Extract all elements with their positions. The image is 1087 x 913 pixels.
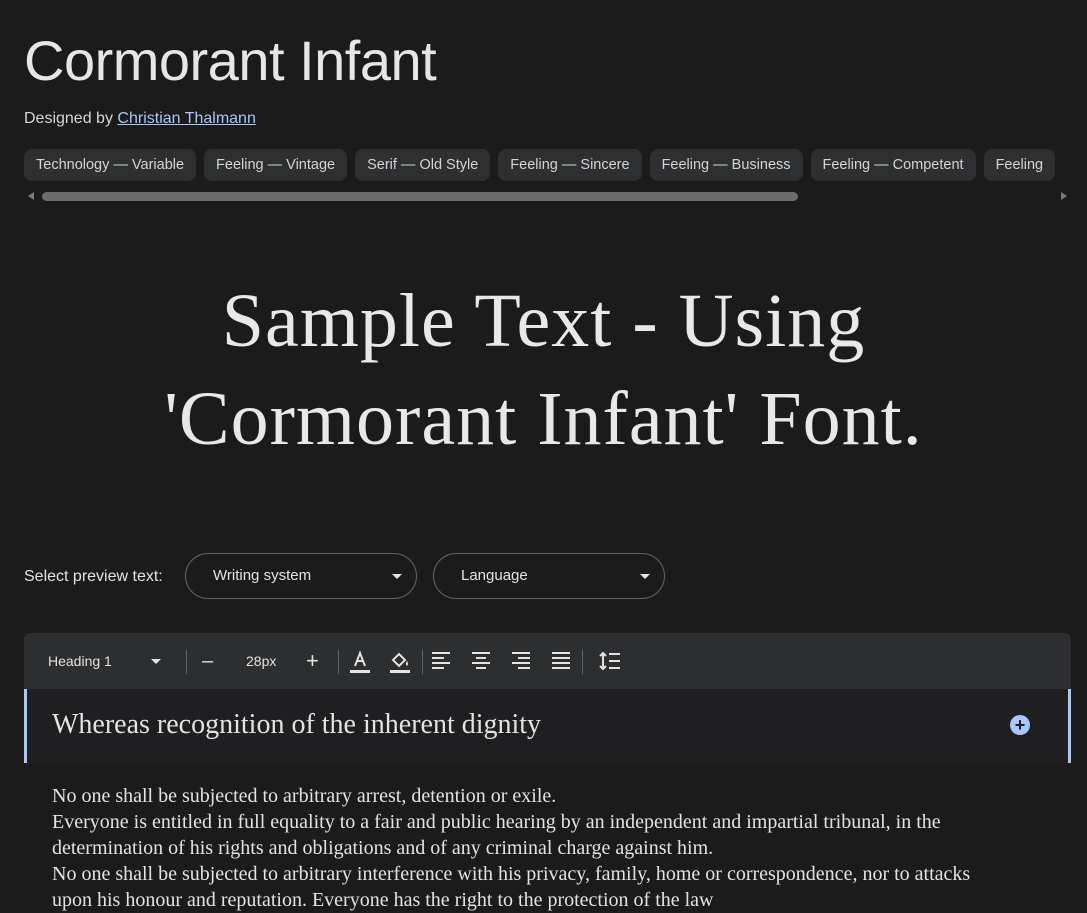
designer-line: Designed by Christian Thalmann	[24, 110, 256, 128]
text-style-select[interactable]: Heading 1	[48, 633, 178, 689]
toolbar-divider	[186, 650, 187, 674]
tag-chip[interactable]: Technology — Variable	[24, 149, 197, 181]
font-size-value[interactable]: 28px	[246, 633, 276, 689]
text-color-icon[interactable]	[348, 649, 372, 675]
tag-chip[interactable]: Feeling — Vintage	[204, 149, 348, 181]
chevron-down-icon	[392, 574, 402, 579]
editor-paragraph[interactable]: No one shall be subjected to arbitrary a…	[52, 783, 992, 809]
scroll-thumb[interactable]	[42, 192, 798, 201]
sample-text-line-2: 'Cormorant Infant' Font.	[164, 377, 923, 461]
toolbar-divider	[582, 650, 583, 674]
align-left-icon[interactable]	[430, 651, 452, 671]
editor-heading-block[interactable]: Whereas recognition of the inherent dign…	[24, 689, 1071, 763]
tag-chip[interactable]: Feeling — Business	[649, 149, 803, 181]
sample-text: Sample Text - Using 'Cormorant Infant' F…	[40, 272, 1047, 468]
editor-toolbar: Heading 1 – 28px +	[24, 633, 1071, 689]
tag-chip[interactable]: Feeling — Sincere	[498, 149, 642, 181]
writing-system-select[interactable]: Writing system	[185, 553, 417, 599]
font-title: Cormorant Infant	[24, 29, 437, 92]
preview-label: Select preview text:	[24, 568, 163, 585]
toolbar-divider	[422, 650, 423, 674]
designed-by-label: Designed by	[24, 110, 113, 127]
language-select[interactable]: Language	[433, 553, 665, 599]
add-block-icon[interactable]: +	[1010, 715, 1030, 735]
writing-system-value: Writing system	[213, 567, 312, 584]
tag-chip[interactable]: Feeling	[983, 149, 1056, 181]
scroll-left-icon[interactable]	[28, 192, 34, 200]
editor-paragraph[interactable]: Everyone is entitled in full equality to…	[52, 809, 992, 861]
editor-body[interactable]: No one shall be subjected to arbitrary a…	[52, 783, 992, 913]
toolbar-divider	[338, 650, 339, 674]
line-height-icon[interactable]	[598, 650, 622, 672]
tag-chip[interactable]: Serif — Old Style	[355, 149, 491, 181]
align-justify-icon[interactable]	[550, 651, 572, 671]
sample-text-line-1: Sample Text - Using	[221, 279, 866, 363]
tag-list: Technology — Variable Feeling — Vintage Se…	[24, 149, 1071, 182]
designer-link[interactable]: Christian Thalmann	[117, 110, 255, 127]
highlight-color-icon[interactable]	[388, 649, 412, 675]
chevron-down-icon	[151, 659, 161, 664]
align-center-icon[interactable]	[470, 651, 492, 671]
decrease-size-button[interactable]: –	[202, 633, 213, 689]
align-right-icon[interactable]	[510, 651, 532, 671]
language-value: Language	[461, 567, 528, 584]
editor-heading[interactable]: Whereas recognition of the inherent dign…	[52, 709, 541, 741]
tag-scrollbar[interactable]	[24, 190, 1071, 202]
chevron-down-icon	[640, 574, 650, 579]
tag-chip[interactable]: Feeling — Competent	[810, 149, 976, 181]
text-style-value: Heading 1	[48, 653, 112, 669]
increase-size-button[interactable]: +	[306, 633, 319, 689]
scroll-right-icon[interactable]	[1061, 192, 1067, 200]
editor-paragraph[interactable]: No one shall be subjected to arbitrary i…	[52, 861, 992, 913]
